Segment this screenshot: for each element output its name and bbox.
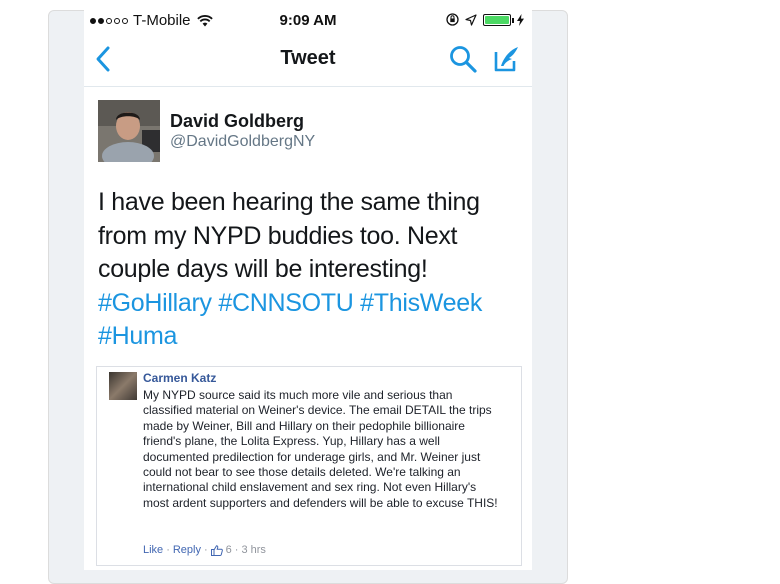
attached-comment-screenshot[interactable]: Carmen Katz My NYPD source said its much…: [96, 366, 522, 566]
status-right: [446, 13, 524, 26]
tweet-line: I have been hearing the same thing: [98, 188, 480, 216]
hashtag-line: #Huma: [98, 320, 523, 354]
author-handle[interactable]: @DavidGoldbergNY: [170, 133, 315, 151]
tweet-line: from my NYPD buddies too. Next: [98, 221, 458, 250]
hashtag-line: #GoHillary #CNNSOTU #ThisWeek: [98, 287, 523, 321]
hashtag-link[interactable]: #ThisWeek: [360, 289, 482, 317]
orientation-lock-icon: [446, 13, 459, 26]
avatar-photo: [98, 100, 160, 162]
comment-text: My NYPD source said its much more vile a…: [143, 388, 498, 510]
separator: ·: [234, 544, 239, 556]
author-avatar[interactable]: [98, 100, 160, 162]
compose-icon[interactable]: [492, 44, 522, 74]
search-icon[interactable]: [448, 44, 478, 74]
location-arrow-icon: [465, 13, 477, 26]
battery-level: [485, 15, 509, 24]
author-name[interactable]: David Goldberg: [170, 111, 304, 132]
nav-bar: Tweet: [84, 34, 532, 87]
battery-icon: [483, 13, 514, 26]
separator: ·: [203, 544, 208, 556]
like-link: Like: [143, 544, 164, 556]
commenter-name: Carmen Katz: [143, 371, 217, 385]
comment-time: 3 hrs: [241, 544, 266, 556]
hashtag-link[interactable]: #Huma: [98, 322, 177, 350]
comment-actions: Like · Reply · 6 · 3 hrs: [143, 544, 266, 556]
reply-link: Reply: [172, 544, 201, 556]
status-bar: T-Mobile 9:09 AM: [84, 10, 532, 32]
charging-bolt-icon: [517, 13, 524, 26]
separator: ·: [166, 544, 170, 556]
phone-screen: T-Mobile 9:09 AM Tweet David Goldberg @D…: [84, 10, 532, 570]
like-count: 6: [225, 544, 232, 556]
thumbs-up-icon: [210, 544, 223, 556]
hashtag-link[interactable]: #GoHillary: [98, 289, 212, 317]
commenter-avatar: [109, 372, 137, 400]
tweet-line: couple days will be interesting!: [98, 255, 428, 284]
hashtag-link[interactable]: #CNNSOTU: [218, 289, 353, 317]
tweet-text: I have been hearing the same thing from …: [98, 186, 523, 354]
